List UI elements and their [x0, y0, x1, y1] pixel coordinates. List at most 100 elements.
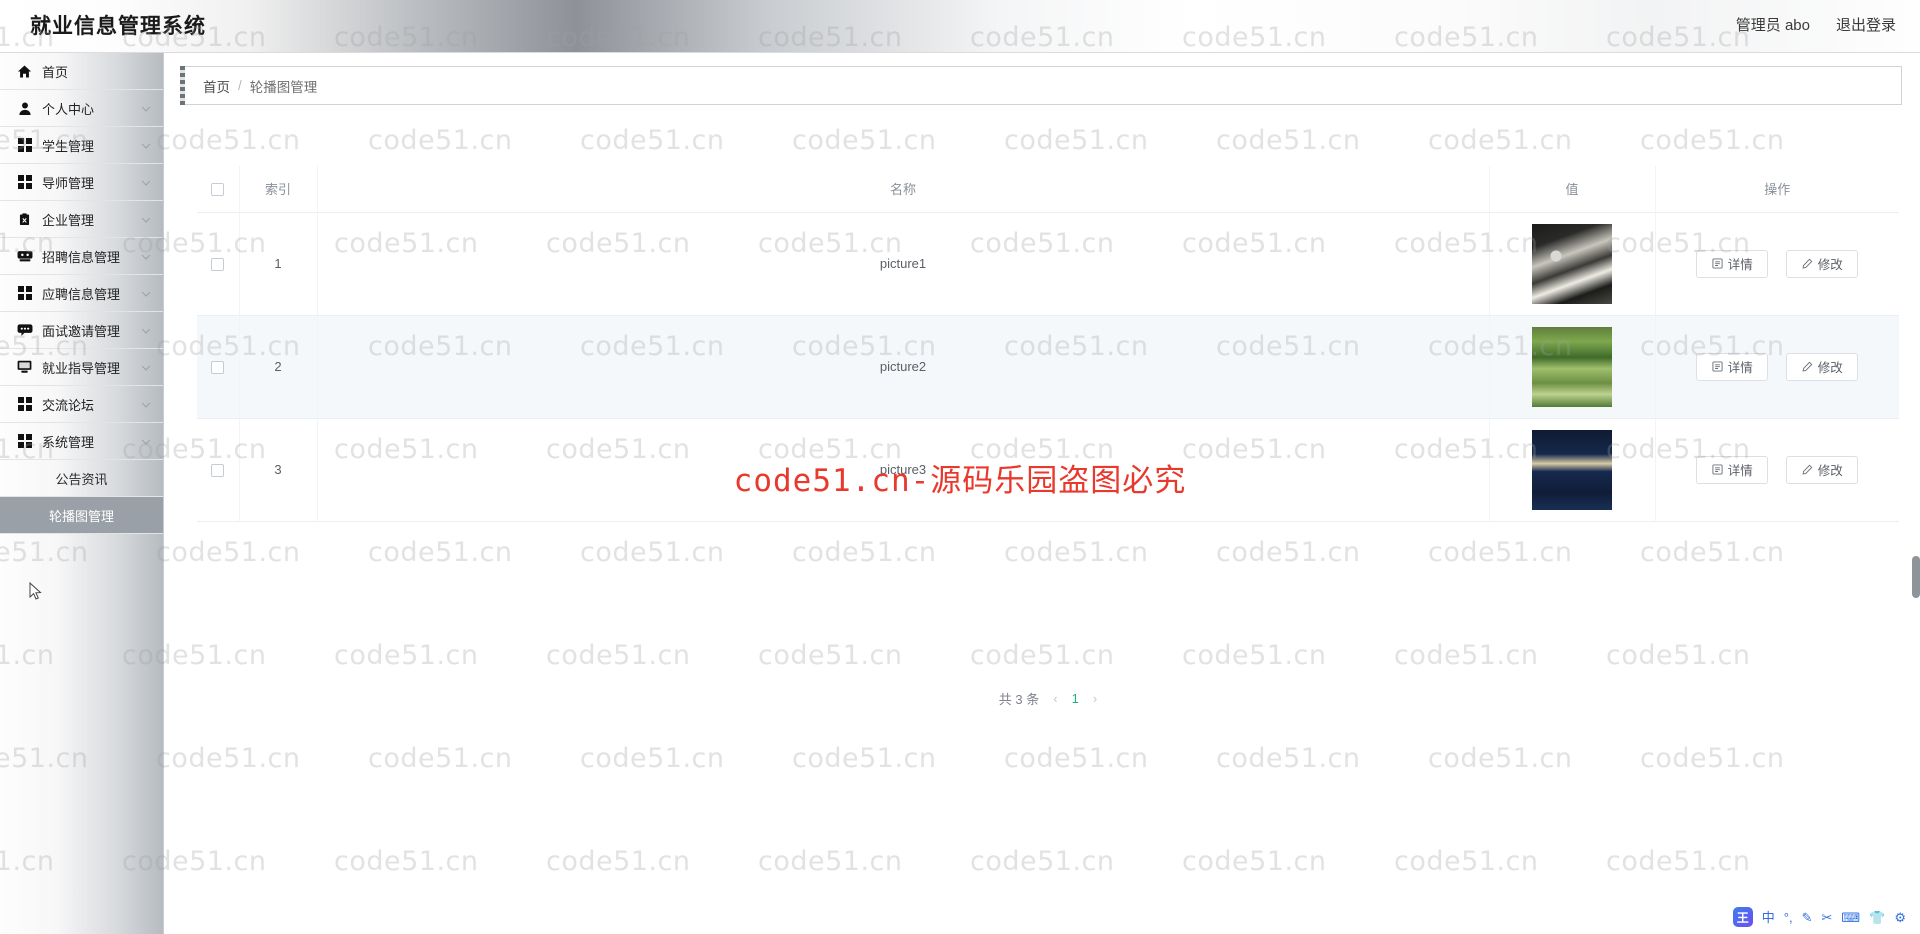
grid-icon: [16, 174, 33, 191]
edit-button[interactable]: 修改: [1786, 352, 1859, 381]
row-index: 1: [239, 212, 318, 316]
monitor-icon: [16, 359, 33, 376]
sidebar-nav: 首页个人中心学生管理导师管理企业管理招聘信息管理 应聘信息管理面试邀请管理 就业指导…: [0, 53, 164, 934]
pen-icon[interactable]: ✎: [1802, 911, 1813, 924]
header-operation: 操作: [1655, 166, 1899, 213]
ime-toolbar: 王 中 °, ✎ ✂ ⌨ 👕 ⚙: [1724, 904, 1914, 930]
page-title: 就业信息管理系统: [30, 15, 206, 38]
row-name: picture2: [317, 315, 1490, 419]
sidebar-item-label: 企业管理: [42, 212, 95, 228]
row-operation-cell: 详情 修改: [1655, 212, 1899, 316]
chess-image[interactable]: [1532, 223, 1612, 304]
sidebar-item-label: 学生管理: [42, 138, 95, 154]
row-select-cell[interactable]: [197, 418, 240, 522]
skin-icon[interactable]: 👕: [1869, 911, 1885, 924]
sidebar-item-label: 首页: [42, 64, 69, 80]
table-header-row: 索引 名称 值 操作: [197, 166, 1899, 213]
row-value-cell: [1489, 212, 1656, 316]
mouse-cursor: [29, 582, 42, 600]
row-checkbox[interactable]: [211, 258, 225, 272]
header-value: 值: [1489, 166, 1656, 213]
edit-button[interactable]: 修改: [1786, 249, 1859, 278]
row-name: picture1: [317, 212, 1490, 316]
header-index: 索引: [239, 166, 318, 213]
header-right-group: 管理员 abo 退出登录: [1736, 14, 1896, 35]
table-row[interactable]: 3 picture3 详情 修改: [197, 418, 1899, 522]
sidebar-item-8[interactable]: 就业指导管理: [0, 349, 163, 386]
header-select-all[interactable]: [197, 166, 240, 213]
keyboard-icon[interactable]: ⌨: [1841, 911, 1860, 924]
pagination-page-1[interactable]: 1: [1072, 691, 1079, 706]
table-body: 1 picture1 详情 修改 2 picture2 详情 修改 3 picture3 详情 修改: [197, 212, 1899, 522]
current-user-label: 管理员 abo: [1735, 17, 1810, 34]
archive-icon: [16, 248, 33, 265]
sidebar-item-5[interactable]: 招聘信息管理: [0, 238, 163, 275]
sidebar-item-0[interactable]: 首页: [0, 53, 163, 90]
chevron-down-icon[interactable]: [141, 288, 151, 297]
vertical-scrollbar-thumb[interactable]: [1912, 556, 1920, 598]
pagination-total: 共 3 条: [998, 692, 1040, 707]
sidebar-item-4[interactable]: 企业管理: [0, 201, 163, 238]
edit-button-label: 修改: [1817, 361, 1843, 375]
sidebar-item-label: 应聘信息管理: [42, 286, 121, 302]
row-value-cell: [1489, 418, 1656, 522]
table-row[interactable]: 1 picture1 详情 修改: [197, 212, 1899, 316]
sidebar-item-2[interactable]: 学生管理: [0, 127, 163, 164]
chevron-down-icon[interactable]: [141, 325, 151, 334]
sidebar-item-label: 系统管理: [42, 434, 95, 450]
ime-punctuation-icon[interactable]: °,: [1784, 911, 1793, 924]
sidebar-item-7[interactable]: 面试邀请管理: [0, 312, 163, 349]
chevron-down-icon[interactable]: [141, 399, 151, 408]
edit-button-label: 修改: [1817, 464, 1843, 478]
chevron-down-icon[interactable]: [141, 362, 151, 371]
breadcrumb-panel: 首页 / 轮播图管理: [180, 66, 1902, 105]
chevron-down-icon[interactable]: [141, 214, 151, 223]
main-content: 首页 / 轮播图管理 索引 名称 值 操作 1 picture1 详情 修改 2…: [164, 53, 1920, 934]
logout-button[interactable]: 退出登录: [1836, 14, 1896, 35]
detail-button-label: 详情: [1727, 258, 1753, 272]
row-checkbox[interactable]: [211, 464, 225, 478]
edit-button-label: 修改: [1817, 258, 1843, 272]
sidebar-item-10[interactable]: 系统管理: [0, 423, 163, 460]
user-icon: [16, 100, 33, 117]
pagination: 共 3 条 ‹ 1 ›: [197, 689, 1899, 708]
chevron-down-icon[interactable]: [141, 177, 151, 186]
pagination-prev-button[interactable]: ‹: [1053, 691, 1057, 706]
chevron-down-icon[interactable]: [141, 103, 151, 112]
sidebar-item-label: 个人中心: [42, 101, 95, 117]
chevron-down-icon[interactable]: [141, 436, 151, 445]
row-checkbox[interactable]: [211, 361, 225, 375]
row-select-cell[interactable]: [197, 212, 240, 316]
sidebar-item-9[interactable]: 交流论坛: [0, 386, 163, 423]
grid-icon: [16, 396, 33, 413]
row-value-cell: [1489, 315, 1656, 419]
breadcrumb-current: 轮播图管理: [249, 79, 318, 95]
scissors-icon[interactable]: ✂: [1821, 911, 1832, 924]
chevron-down-icon[interactable]: [141, 140, 151, 149]
row-operation-cell: 详情 修改: [1655, 418, 1899, 522]
row-select-cell[interactable]: [197, 315, 240, 419]
carousel-table-zone: 索引 名称 值 操作 1 picture1 详情 修改 2 picture2 详情 修改 3 pi…: [197, 166, 1899, 522]
detail-button[interactable]: 详情: [1696, 352, 1769, 381]
dark-poster-image[interactable]: [1532, 429, 1612, 510]
ime-chinese-mode-icon[interactable]: 中: [1762, 911, 1775, 924]
detail-button[interactable]: 详情: [1696, 455, 1769, 484]
table-row[interactable]: 2 picture2 详情 修改: [197, 315, 1899, 419]
edit-button[interactable]: 修改: [1786, 455, 1859, 484]
breadcrumb-home[interactable]: 首页: [203, 76, 230, 96]
grid-icon: [16, 285, 33, 302]
sidebar-item-label: 招聘信息管理: [42, 249, 121, 265]
ime-logo-icon[interactable]: 王: [1732, 907, 1753, 927]
detail-button[interactable]: 详情: [1696, 249, 1769, 278]
pagination-next-button[interactable]: ›: [1093, 691, 1097, 706]
gear-icon[interactable]: ⚙: [1894, 911, 1906, 924]
select-all-checkbox[interactable]: [211, 183, 225, 197]
sidebar-item-3[interactable]: 导师管理: [0, 164, 163, 201]
sidebar-item-6[interactable]: 应聘信息管理: [0, 275, 163, 312]
sidebar-subitem-1[interactable]: 轮播图管理: [0, 497, 163, 534]
park-image[interactable]: [1532, 326, 1612, 407]
row-index: 2: [239, 315, 318, 419]
sidebar-item-1[interactable]: 个人中心: [0, 90, 163, 127]
chevron-down-icon[interactable]: [141, 251, 151, 260]
sidebar-subitem-0[interactable]: 公告资讯: [0, 460, 163, 497]
